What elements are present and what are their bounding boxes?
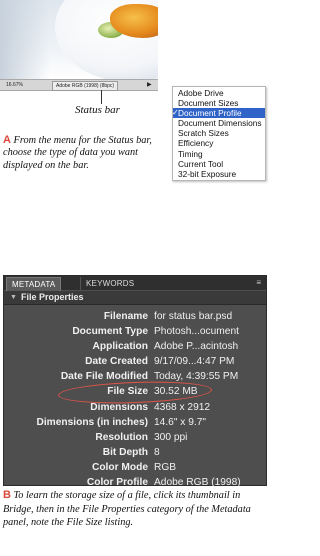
zoom-level[interactable]: 16.67% bbox=[6, 80, 23, 90]
property-row: Date Created 9/17/09...4:47 PM bbox=[4, 354, 266, 369]
property-value: Adobe P...acintosh bbox=[154, 341, 239, 353]
panel-menu-icon[interactable]: ≡ bbox=[256, 278, 261, 287]
caption-a-letter: A bbox=[3, 134, 11, 146]
property-key: Dimensions (in inches) bbox=[36, 416, 148, 428]
disclosure-triangle-icon[interactable]: ▼ bbox=[10, 291, 17, 304]
status-bar-label: Status bar bbox=[75, 104, 120, 116]
property-key: Document Type bbox=[72, 326, 148, 338]
caption-b: B To learn the storage size of a file, c… bbox=[3, 489, 267, 530]
tab-keywords[interactable]: KEYWORDS bbox=[80, 277, 139, 290]
property-row: Bit Depth 8 bbox=[4, 445, 266, 460]
property-key: Color Profile bbox=[86, 477, 148, 489]
menu-item-document-sizes[interactable]: Document Sizes bbox=[173, 98, 265, 108]
property-key: Date Created bbox=[85, 356, 148, 368]
tab-metadata[interactable]: METADATA bbox=[6, 277, 62, 291]
status-bar-menu-arrow-icon[interactable]: ▶ bbox=[147, 80, 152, 90]
property-value: 8 bbox=[154, 446, 160, 458]
property-value: 4368 x 2912 bbox=[154, 401, 211, 413]
property-row: Resolution 300 ppi bbox=[4, 430, 266, 445]
property-key: Filename bbox=[103, 311, 148, 322]
menu-item-adobe-drive[interactable]: Adobe Drive bbox=[173, 88, 265, 98]
menu-item-scratch-sizes[interactable]: Scratch Sizes bbox=[173, 128, 265, 138]
property-row: Document Type Photosh...ocument bbox=[4, 324, 266, 339]
property-row: Application Adobe P...acintosh bbox=[4, 339, 266, 354]
menu-item-current-tool[interactable]: Current Tool bbox=[173, 159, 265, 169]
menu-item-document-dimensions[interactable]: Document Dimensions bbox=[173, 118, 265, 128]
property-value: 300 ppi bbox=[154, 431, 188, 443]
status-bar: 16.67% Adobe RGB (1998) (8bpc) ▶ bbox=[0, 79, 158, 91]
caption-a-text: From the menu for the Status bar, choose… bbox=[3, 135, 152, 171]
property-key: Color Mode bbox=[91, 461, 148, 473]
menu-item-document-profile[interactable]: Document Profile bbox=[172, 108, 265, 118]
property-key: Bit Depth bbox=[102, 446, 148, 458]
property-row: Color Mode RGB bbox=[4, 460, 266, 475]
property-row: Filename for status bar.psd bbox=[4, 309, 266, 324]
status-bar-menu: Adobe Drive Document Sizes Document Prof… bbox=[172, 86, 266, 181]
panel-tabs: METADATA KEYWORDS ≡ bbox=[4, 276, 266, 291]
property-key: Resolution bbox=[95, 431, 148, 443]
menu-item-efficiency[interactable]: Efficiency bbox=[173, 138, 265, 148]
property-value: 9/17/09...4:47 PM bbox=[154, 356, 235, 368]
status-bar-info: Adobe RGB (1998) (8bpc) bbox=[52, 81, 119, 91]
property-row: Dimensions (in inches) 14.6" x 9.7" bbox=[4, 415, 266, 430]
metadata-panel: METADATA KEYWORDS ≡ ▼ File Properties Fi… bbox=[3, 275, 267, 488]
property-value: Photosh...ocument bbox=[154, 326, 239, 338]
file-properties-section[interactable]: ▼ File Properties bbox=[4, 291, 266, 305]
section-title: File Properties bbox=[21, 292, 84, 302]
property-value: RGB bbox=[154, 461, 177, 473]
caption-b-text: To learn the storage size of a file, cli… bbox=[3, 490, 251, 528]
document-photo bbox=[0, 0, 158, 79]
caption-b-letter: B bbox=[3, 489, 11, 501]
property-value: 14.6" x 9.7" bbox=[154, 416, 206, 428]
property-row: Color Profile Adobe RGB (1998) bbox=[4, 475, 266, 490]
menu-item-timing[interactable]: Timing bbox=[173, 149, 265, 159]
property-value: Adobe RGB (1998) bbox=[154, 477, 241, 489]
caption-a: A From the menu for the Status bar, choo… bbox=[3, 134, 161, 172]
property-key: Application bbox=[92, 341, 148, 353]
menu-item-32-bit-exposure[interactable]: 32-bit Exposure bbox=[173, 169, 265, 179]
property-value: for status bar.psd bbox=[154, 311, 233, 322]
callout-line bbox=[101, 90, 102, 104]
